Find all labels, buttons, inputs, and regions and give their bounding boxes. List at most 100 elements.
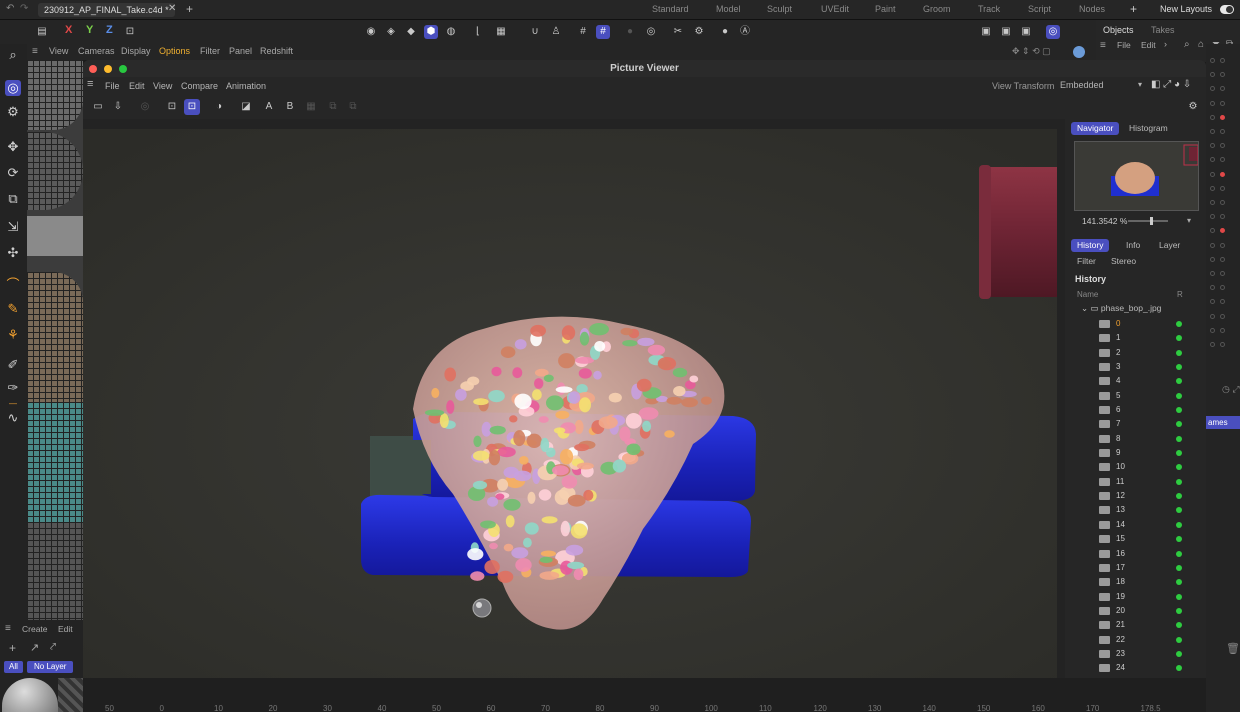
compare-ab-icon[interactable]: ◪ [238,99,254,115]
visibility-dot[interactable] [1210,313,1215,319]
layer-filter-all[interactable]: All [4,661,23,673]
viewport-menu-filter[interactable]: Filter [200,46,220,56]
history-frame-row[interactable]: 20 [1065,604,1195,618]
paste-icon[interactable]: ⧉ [345,99,361,115]
objects-file-menu[interactable]: File [1117,40,1131,50]
minimize-window-button[interactable] [104,65,112,73]
brush-icon[interactable]: ✐ [5,357,21,373]
compare-a-button[interactable]: A [261,99,277,115]
clapper-settings-icon[interactable]: ▣ [999,25,1013,39]
render-dot[interactable] [1220,285,1225,291]
viewport-menu-options[interactable]: Options [159,46,190,56]
transfer-tool-icon[interactable]: ⇲ [5,219,21,235]
scale-tool-icon[interactable]: ⧉ [5,191,21,207]
home-icon[interactable]: ⌂ [1198,39,1204,50]
tab-filter[interactable]: Filter [1071,255,1102,268]
visibility-dot[interactable] [1210,214,1215,220]
viewport-menu-icon[interactable]: ≡ [32,46,38,57]
render-dot[interactable] [1220,114,1225,120]
render-region-icon[interactable]: ⊡ [164,99,180,115]
visibility-dot[interactable] [1210,299,1215,305]
search-icon[interactable]: ⌕ [1184,39,1190,50]
contrast-icon[interactable]: ◑ [211,99,227,115]
axis-mode-icon[interactable]: ⌊ [471,25,485,39]
pv-menu-view[interactable]: View [153,81,172,91]
history-frame-row[interactable]: 11 [1065,475,1195,489]
visibility-dot[interactable] [1210,327,1215,333]
open-folder-icon[interactable]: ▭ [90,99,106,115]
history-frame-row[interactable]: 19 [1065,590,1195,604]
interactive-render-icon[interactable]: ◎ [1046,25,1060,39]
pv-menu-file[interactable]: File [105,81,120,91]
fit-view-icon[interactable]: ⊡ [184,99,200,115]
render-picture-viewer-icon[interactable]: ✂ [671,25,685,39]
menu-icon[interactable]: ≡ [5,623,11,634]
coordinate-system-icon[interactable]: ⊡ [123,25,137,39]
visibility-dot[interactable] [1210,86,1215,92]
material-preview-sphere[interactable] [2,678,58,712]
visibility-dot[interactable] [1210,271,1215,276]
swap-icon[interactable]: ▦ [303,99,319,115]
redo-icon[interactable]: ↷ [20,3,28,14]
menu-icon[interactable]: ≡ [1100,40,1106,51]
chevron-right-icon[interactable]: › [1164,39,1167,49]
save-icon[interactable]: ⇩ [110,99,126,115]
history-frame-row[interactable]: 6 [1065,403,1195,417]
render-dot[interactable] [1220,256,1225,262]
layer-create-menu[interactable]: Create [22,624,48,634]
tab-histogram[interactable]: Histogram [1123,122,1174,135]
render-region-icon[interactable]: ● [623,25,637,39]
sketch-tool-icon[interactable]: ✎ [5,301,21,317]
history-frame-row[interactable]: 17 [1065,561,1195,575]
maximize-window-button[interactable] [119,65,127,73]
visibility-dot[interactable] [1210,256,1215,262]
viewport-menu-display[interactable]: Display [121,46,151,56]
render-dot[interactable] [1220,271,1225,276]
history-folder[interactable]: ⌄ ▭ phase_bop_.jpg [1081,303,1161,314]
visibility-dot[interactable] [1210,200,1215,205]
render-queue-icon[interactable]: ▣ [1019,25,1033,39]
layer-filter-no-layer[interactable]: No Layer [27,661,74,673]
render-dot[interactable] [1220,214,1225,220]
layout-tab-model[interactable]: Model [716,4,741,14]
arrow-icon[interactable]: ↗ [30,641,39,654]
knife-icon[interactable]: ✑ [5,380,21,396]
new-layouts-button[interactable]: New Layouts [1160,4,1212,14]
layout-tab-nodes[interactable]: Nodes [1079,4,1105,14]
viewport-menu-panel[interactable]: Panel [229,46,252,56]
picker-icon[interactable]: ⤤ [50,641,56,654]
tab-takes[interactable]: Takes [1151,25,1175,35]
navigator-thumbnail[interactable] [1074,141,1199,211]
visibility-dot[interactable] [1210,100,1215,106]
search-icon[interactable]: ⌕ [5,47,21,63]
workplane-icon[interactable]: ▦ [494,25,508,39]
snap-icon[interactable]: # [576,25,590,39]
tab-stereo[interactable]: Stereo [1105,255,1142,268]
visibility-dot[interactable] [1210,129,1215,134]
spline-tool-icon[interactable]: ⚘ [5,327,21,343]
render-dot[interactable] [1220,242,1225,248]
render-dot[interactable] [1220,327,1225,333]
render-dot[interactable] [1220,157,1225,163]
side-tab[interactable]: ames [1206,416,1240,429]
compare-b-button[interactable]: B [282,99,298,115]
clapper-icon[interactable]: ▣ [979,25,993,39]
render-dot[interactable] [1220,185,1225,191]
pv-menu-animation[interactable]: Animation [226,81,266,91]
magnet-icon[interactable]: ∪ [528,25,542,39]
history-frame-row[interactable]: 21 [1065,618,1195,632]
visibility-dot[interactable] [1210,228,1215,234]
points-mode-icon[interactable]: ◉ [364,25,378,39]
visibility-dot[interactable] [1210,185,1215,191]
chevron-down-icon[interactable]: ▾ [1187,216,1191,225]
history-frame-row[interactable]: 3 [1065,360,1195,374]
visibility-dot[interactable] [1210,342,1215,347]
render-view-icon[interactable]: ◎ [644,25,658,39]
smooth-tool-icon[interactable]: ∿ [5,410,21,426]
timeline[interactable]: 50 0 10 20 30 40 50 60 70 80 90 100 110 120 130 140 150 1… [83,678,1206,712]
visibility-dot[interactable] [1210,157,1215,163]
zoom-value[interactable]: 141.3542 % [1082,216,1127,226]
render-dot[interactable] [1220,342,1225,347]
grid-snap-icon[interactable]: # [596,25,610,39]
layout-toggle[interactable] [1220,5,1234,14]
